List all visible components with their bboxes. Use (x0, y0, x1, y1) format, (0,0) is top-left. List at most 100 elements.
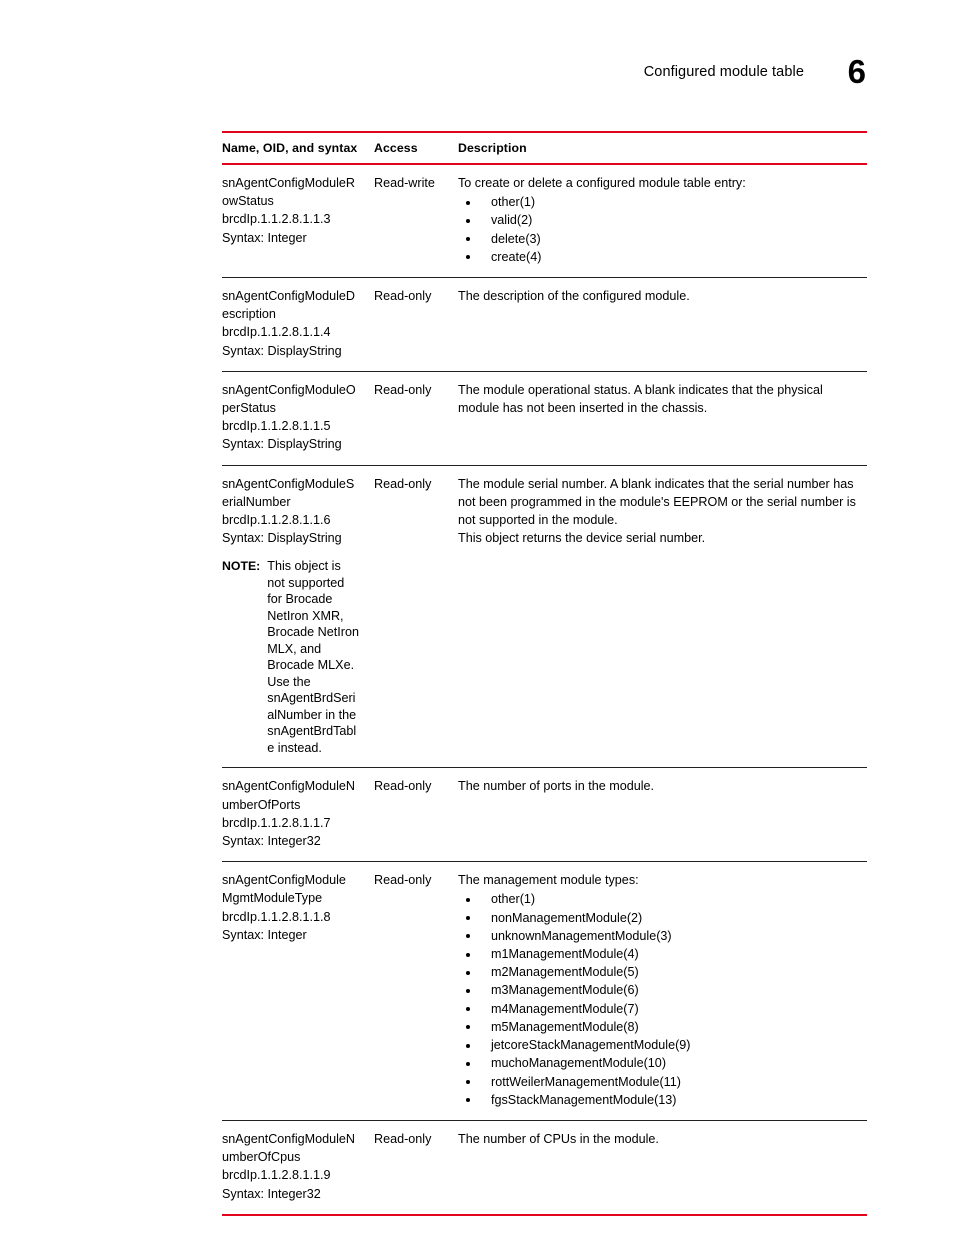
note-text-line: snAgentBrdSeri (267, 691, 356, 706)
cell-description: The number of ports in the module. (458, 777, 867, 795)
configured-module-table: Name, OID, and syntax Access Description… (222, 131, 867, 1216)
object-name-line: snAgentConfigModuleO (222, 382, 356, 397)
list-item: m5ManagementModule(8) (458, 1018, 867, 1036)
object-name-line: brcdIp.1.1.2.8.1.1.5 (222, 419, 331, 434)
object-name-line: brcdIp.1.1.2.8.1.1.8 (222, 909, 331, 924)
object-name-line: snAgentConfigModule (222, 873, 346, 888)
list-item: muchoManagementModule(10) (458, 1054, 867, 1072)
cell-access: Read-only (374, 287, 458, 305)
column-header-description: Description (458, 141, 527, 155)
list-item: jetcoreStackManagementModule(9) (458, 1036, 867, 1054)
description-bullet-list: other(1) valid(2) delete(3) create(4) (458, 193, 867, 266)
list-item: fgsStackManagementModule(13) (458, 1091, 867, 1109)
object-name-lines: snAgentConfigModuleN umberOfCpus brcdIp.1.… (222, 1130, 368, 1203)
list-item: create(4) (458, 248, 867, 266)
object-name-line: snAgentConfigModuleN (222, 1131, 356, 1146)
object-name-lines: snAgentConfigModuleO perStatus brcdIp.1.1.… (222, 381, 368, 454)
chapter-number: 6 (847, 53, 866, 90)
object-name-line: brcdIp.1.1.2.8.1.1.4 (222, 325, 331, 340)
description-paragraph: To create or delete a configured module … (458, 176, 746, 190)
access-value: Read-only (374, 382, 432, 397)
note-label: NOTE: (222, 559, 261, 574)
column-header-access: Access (374, 141, 418, 155)
access-value: Read-only (374, 289, 432, 304)
list-item: nonManagementModule(2) (458, 909, 867, 927)
list-item: m4ManagementModule(7) (458, 1000, 867, 1018)
description-paragraph: The number of CPUs in the module. (458, 1131, 659, 1146)
list-item: delete(3) (458, 230, 867, 248)
description-paragraph: The module operational status. A blank i… (458, 382, 823, 416)
list-item: valid(2) (458, 211, 867, 229)
access-value: Read-only (374, 873, 432, 888)
cell-name-oid-syntax: snAgentConfigModuleO perStatus brcdIp.1.1.… (222, 381, 374, 454)
object-name-line: brcdIp.1.1.2.8.1.1.6 (222, 513, 331, 528)
cell-description: The number of CPUs in the module. (458, 1130, 867, 1148)
object-name-line: brcdIp.1.1.2.8.1.1.3 (222, 212, 331, 227)
object-name-line: owStatus (222, 194, 274, 209)
cell-name-oid-syntax: snAgentConfigModuleN umberOfCpus brcdIp.1.… (222, 1130, 374, 1203)
table-header-row: Name, OID, and syntax Access Description (222, 133, 867, 163)
table-row: snAgentConfigModuleS erialNumber brcdIp.1.… (222, 466, 867, 768)
access-value: Read-only (374, 1131, 432, 1146)
object-name-line: snAgentConfigModuleR (222, 176, 356, 190)
access-value: Read-only (374, 476, 432, 491)
object-name-lines: snAgentConfigModuleS erialNumber brcdIp.1.… (222, 475, 368, 548)
cell-name-oid-syntax: snAgentConfigModuleS erialNumber brcdIp.1.… (222, 475, 374, 757)
table-row: snAgentConfigModule MgmtModuleType brcdIp.… (222, 862, 867, 1120)
note-text-line: alNumber in the (267, 707, 357, 722)
object-name-line: Syntax: Integer (222, 230, 307, 245)
cell-access: Read-only (374, 1130, 458, 1148)
object-name-line: Syntax: Integer32 (222, 1186, 321, 1201)
description-paragraph: The module serial number. A blank indica… (458, 476, 856, 528)
object-name-line: erialNumber (222, 494, 291, 509)
note-block: NOTE: This object is not supported for Broc… (222, 558, 368, 756)
object-name-line: snAgentConfigModuleD (222, 289, 356, 304)
cell-description: The module serial number. A blank indica… (458, 475, 867, 548)
object-name-line: escription (222, 307, 276, 322)
list-item: m1ManagementModule(4) (458, 945, 867, 963)
object-name-line: Syntax: Integer (222, 927, 307, 942)
cell-description: The module operational status. A blank i… (458, 381, 867, 417)
object-name-line: Syntax: DisplayString (222, 343, 342, 358)
cell-access: Read-only (374, 381, 458, 399)
note-text-line: not supported (267, 575, 345, 590)
cell-access: Read-only (374, 871, 458, 889)
note-text-line: Use the (267, 674, 311, 689)
note-text-line: snAgentBrdTabl (267, 724, 357, 739)
object-name-line: snAgentConfigModuleS (222, 476, 355, 491)
cell-access: Read-only (374, 777, 458, 795)
object-name-line: MgmtModuleType (222, 891, 323, 906)
chapter-title: Configured module table (643, 64, 804, 80)
note-text: This object is not supported for Brocade Ne… (267, 558, 368, 756)
table-bottom-rule (222, 1213, 867, 1216)
note-text-line: NetIron XMR, (267, 608, 344, 623)
object-name-lines: snAgentConfigModuleD escription brcdIp.1.1… (222, 287, 368, 360)
description-paragraph: The number of ports in the module. (458, 779, 655, 794)
cell-description: The description of the configured module… (458, 287, 867, 305)
object-name-line: brcdIp.1.1.2.8.1.1.9 (222, 1168, 331, 1183)
table-row: snAgentConfigModuleD escription brcdIp.1.1… (222, 278, 867, 371)
object-name-line: snAgentConfigModuleN (222, 779, 356, 794)
object-name-lines: snAgentConfigModuleR owStatus brcdIp.1.1.2… (222, 174, 368, 247)
cell-name-oid-syntax: snAgentConfigModuleD escription brcdIp.1.1… (222, 287, 374, 360)
description-paragraph: The description of the configured module… (458, 289, 690, 304)
table-row: snAgentConfigModuleN umberOfPorts brcdIp.1… (222, 768, 867, 861)
list-item: m2ManagementModule(5) (458, 963, 867, 981)
object-name-line: perStatus (222, 401, 276, 416)
cell-access: Read-only (374, 475, 458, 493)
note-text-line: Brocade MLXe. (267, 658, 355, 673)
cell-access: Read-write (374, 174, 458, 192)
list-item: unknownManagementModule(3) (458, 927, 867, 945)
object-name-lines: snAgentConfigModule MgmtModuleType brcdIp.… (222, 871, 368, 944)
cell-name-oid-syntax: snAgentConfigModule MgmtModuleType brcdIp.… (222, 871, 374, 944)
object-name-lines: snAgentConfigModuleN umberOfPorts brcdIp.1… (222, 777, 368, 850)
table-body: snAgentConfigModuleR owStatus brcdIp.1.1.2… (222, 165, 867, 1214)
table-row: snAgentConfigModuleO perStatus brcdIp.1.1.… (222, 372, 867, 465)
object-name-line: brcdIp.1.1.2.8.1.1.7 (222, 815, 331, 830)
list-item: other(1) (458, 890, 867, 908)
list-item: rottWeilerManagementModule(11) (458, 1073, 867, 1091)
list-item: m3ManagementModule(6) (458, 981, 867, 999)
cell-name-oid-syntax: snAgentConfigModuleR owStatus brcdIp.1.1.2… (222, 174, 374, 247)
description-paragraph: The management module types: (458, 873, 639, 888)
page-running-header: Configured module table 6 (220, 53, 866, 98)
